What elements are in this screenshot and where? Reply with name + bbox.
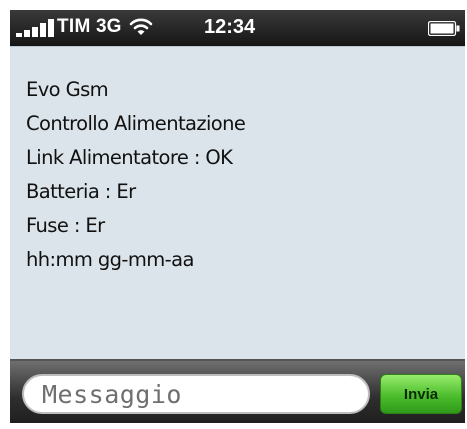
carrier-name: TIM <box>57 16 91 37</box>
status-bar: TIM 3G 12:34 <box>10 10 465 46</box>
message-line: Evo Gsm <box>26 78 109 101</box>
network-type: 3G <box>96 16 122 37</box>
wifi-icon <box>129 18 153 35</box>
message-line: Controllo Alimentazione <box>26 112 246 135</box>
message-area: Evo Gsm Controllo Alimentazione Link Ali… <box>10 46 465 360</box>
send-button[interactable]: Invia <box>380 374 462 414</box>
phone-screen: TIM 3G 12:34 Evo Gsm Controllo Alimentaz… <box>10 10 465 423</box>
message-line: Batteria : Er <box>26 180 136 203</box>
message-line: Link Alimentatore : OK <box>26 146 233 169</box>
signal-bars-icon <box>16 19 54 37</box>
message-line: hh:mm gg-mm-aa <box>26 248 194 271</box>
status-time: 12:34 <box>204 16 256 38</box>
input-bar: Invia <box>10 361 465 423</box>
message-line: Fuse : Er <box>26 214 105 237</box>
message-list: Evo Gsm Controllo Alimentazione Link Ali… <box>26 73 246 277</box>
message-input[interactable] <box>22 374 370 414</box>
battery-icon <box>428 21 460 36</box>
